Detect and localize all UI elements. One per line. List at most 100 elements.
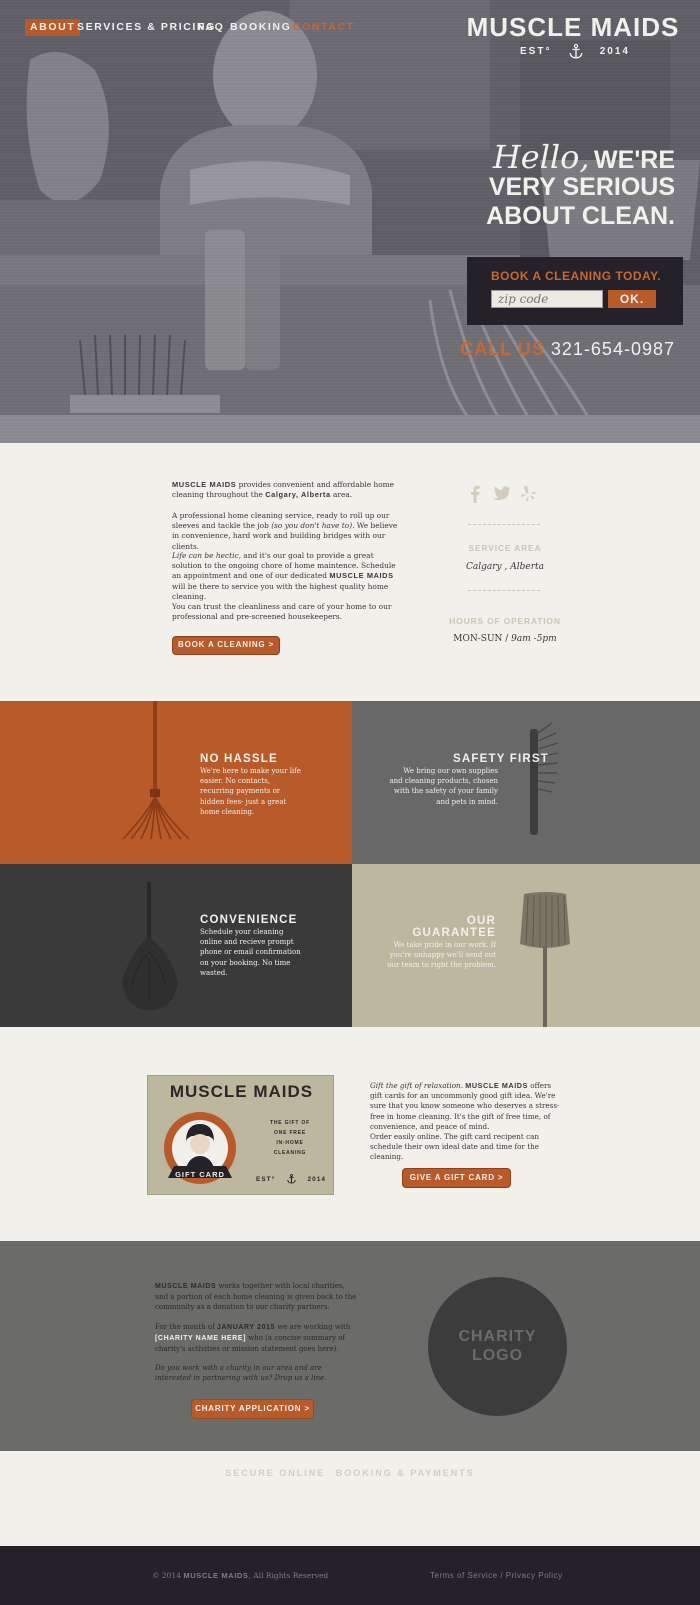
guarantee-text: We take pride in our work. If you're unh… bbox=[387, 941, 496, 970]
nav-booking[interactable]: BOOKING bbox=[230, 19, 291, 36]
about-paragraph-2: A professional home cleaning service, re… bbox=[172, 511, 400, 552]
book-cleaning-button[interactable]: BOOK A CLEANING > bbox=[172, 636, 280, 655]
no-hassle-title: NO HASSLE bbox=[200, 753, 278, 765]
maid-illustration-icon bbox=[164, 1112, 236, 1184]
privacy-link[interactable]: Privacy Policy bbox=[506, 1571, 563, 1580]
yelp-icon[interactable] bbox=[521, 485, 536, 502]
feature-convenience: CONVENIENCE Schedule your cleaning onlin… bbox=[0, 864, 352, 1027]
gift-paragraph-2: Order easily online. The gift card recip… bbox=[370, 1132, 540, 1162]
about-p3-italic: Life can be hectic, bbox=[172, 551, 241, 560]
gift-p1-italic: Gift the gift of relaxation. bbox=[370, 1081, 463, 1090]
zip-submit-button[interactable]: OK. bbox=[608, 290, 656, 308]
charity-paragraph-3[interactable]: Do you work with a charity in our area a… bbox=[155, 1363, 357, 1383]
broom-icon bbox=[520, 892, 570, 1027]
brand-name: MUSCLE MAIDS bbox=[155, 1283, 217, 1290]
gift-card-tag-4: CLEANING bbox=[273, 1150, 307, 1156]
hero-headline-line3: ABOUT CLEAN. bbox=[486, 202, 675, 230]
about-paragraph-1: MUSCLE MAIDS provides convenient and aff… bbox=[172, 480, 400, 500]
brush-icon bbox=[530, 722, 559, 835]
gift-paragraph-1: Gift the gift of relaxation. MUSCLE MAID… bbox=[370, 1081, 565, 1132]
booking-box: BOOK A CLEANING TODAY. OK. bbox=[467, 257, 683, 325]
charity-name: [CHARITY NAME HERE] bbox=[155, 1335, 246, 1343]
safety-first-title: SAFETY FIRST bbox=[453, 753, 549, 765]
feather-duster-icon bbox=[122, 882, 178, 1010]
gift-card-tag-3: IN-HOME bbox=[276, 1140, 304, 1146]
facebook-icon[interactable] bbox=[470, 485, 480, 503]
terms-link[interactable]: Terms of Service bbox=[430, 1571, 498, 1580]
nav-contact[interactable]: CONTACT bbox=[293, 19, 355, 36]
nav-about[interactable]: ABOUT bbox=[25, 19, 81, 36]
hero-headline-line1: Hello, WE'RE bbox=[493, 138, 675, 176]
feature-guarantee: OUR GUARANTEE We take pride in our work.… bbox=[352, 864, 700, 1027]
guarantee-title-line1: OUR bbox=[466, 915, 496, 927]
about-p2-italic: (so you don't have to). bbox=[271, 521, 355, 531]
hero-headline-line2: VERY SERIOUS bbox=[488, 173, 675, 201]
nav-faq[interactable]: FAQ bbox=[198, 19, 224, 36]
about-paragraph-3: Life can be hectic, and it's our goal to… bbox=[172, 551, 400, 602]
nav-services-pricing[interactable]: SERVICES & PRICING bbox=[77, 19, 216, 36]
gift-card-year: 2014 bbox=[307, 1175, 326, 1183]
charity-logo-line1: CHARITY bbox=[458, 1328, 537, 1345]
secure-text-2: BOOKING & PAYMENTS bbox=[335, 1468, 475, 1478]
no-hassle-text: We're here to make your life easier. No … bbox=[200, 767, 301, 816]
logo-title[interactable]: MUSCLE MAIDS bbox=[463, 12, 683, 43]
mop-icon bbox=[122, 701, 190, 840]
phone-number[interactable]: 321-654-0987 bbox=[551, 339, 675, 359]
brand-name: MUSCLE MAIDS bbox=[183, 1571, 249, 1580]
twitter-icon[interactable] bbox=[491, 486, 511, 502]
gift-card-tag-2: ONE FREE bbox=[274, 1130, 306, 1136]
anchor-icon bbox=[287, 1174, 296, 1184]
footer-copyright: © 2014 MUSCLE MAIDS, All Rights Reserved bbox=[152, 1571, 328, 1580]
hours-time: 9am -5pm bbox=[511, 634, 557, 644]
charity-logo-line2: LOGO bbox=[471, 1347, 524, 1364]
call-us[interactable]: CALL US 321-654-0987 bbox=[460, 339, 675, 360]
charity-p2-a: For the month of bbox=[155, 1323, 215, 1331]
hero-were: WE'RE bbox=[594, 146, 675, 174]
divider bbox=[468, 524, 540, 525]
hours-days: MON-SUN / bbox=[453, 634, 509, 644]
charity-section: MUSCLE MAIDS works together with local c… bbox=[0, 1241, 700, 1451]
charity-paragraph-2: For the month of JANUARY 2015 we are wor… bbox=[155, 1322, 357, 1355]
hero-hello: Hello, bbox=[492, 138, 590, 176]
zip-code-input[interactable] bbox=[491, 290, 603, 308]
give-gift-card-button[interactable]: GIVE A GIFT CARD > bbox=[402, 1168, 511, 1188]
charity-logo-placeholder: CHARITY LOGO bbox=[428, 1277, 567, 1416]
charity-logo-text: CHARITY LOGO bbox=[428, 1327, 567, 1365]
rights-text: , All Rights Reserved bbox=[248, 1571, 329, 1580]
footer-links: Terms of Service / Privacy Policy bbox=[430, 1571, 563, 1580]
gift-card-image: MUSCLE MAIDS GIFT CARD THE GIFT OF ONE F… bbox=[147, 1075, 334, 1195]
gift-card-title: MUSCLE MAIDS bbox=[169, 1082, 314, 1101]
brand-name: MUSCLE MAIDS bbox=[172, 480, 237, 489]
footer-separator: / bbox=[500, 1571, 504, 1580]
about-city: Calgary, Alberta bbox=[265, 490, 331, 500]
about-p3-b: will be there to service you with the hi… bbox=[172, 581, 389, 601]
logo-year: 2014 bbox=[599, 46, 630, 57]
gift-card-banner: GIFT CARD bbox=[175, 1170, 225, 1179]
secure-banner: SECURE ONLINE BOOKING & PAYMENTS bbox=[0, 1468, 700, 1478]
logo-subtitle: EST° 2014 bbox=[520, 44, 630, 59]
charity-application-button[interactable]: CHARITY APPLICATION > bbox=[191, 1399, 314, 1419]
guarantee-title: OUR GUARANTEE bbox=[412, 915, 496, 939]
divider bbox=[468, 590, 540, 591]
brand-name: MUSCLE MAIDS bbox=[465, 1081, 528, 1090]
gift-card-est-label: EST° bbox=[256, 1175, 276, 1183]
hours-label: HOURS OF OPERATION bbox=[449, 616, 561, 626]
about-p1-end: area. bbox=[333, 490, 353, 500]
call-us-label: CALL US bbox=[460, 339, 545, 359]
about-paragraph-4: You can trust the cleanliness and care o… bbox=[172, 602, 392, 622]
charity-month: JANUARY 2015 bbox=[216, 1324, 276, 1331]
charity-p2-b: we are working with bbox=[277, 1323, 351, 1331]
gift-card-tagline: THE GIFT OF ONE FREE IN-HOME CLEANING bbox=[260, 1118, 320, 1158]
convenience-text: Schedule your cleaning online and reciev… bbox=[200, 928, 301, 977]
secure-text-1: SECURE ONLINE bbox=[225, 1468, 326, 1478]
footer: © 2014 MUSCLE MAIDS, All Rights Reserved… bbox=[0, 1546, 700, 1605]
gift-card-tag-1: THE GIFT OF bbox=[270, 1120, 310, 1126]
booking-box-title: BOOK A CLEANING TODAY. bbox=[491, 269, 662, 283]
charity-paragraph-1: MUSCLE MAIDS works together with local c… bbox=[155, 1281, 357, 1313]
logo-est: EST° bbox=[520, 46, 552, 57]
hours-value: MON-SUN / 9am -5pm bbox=[440, 634, 570, 644]
convenience-title: CONVENIENCE bbox=[200, 914, 298, 926]
hero-section: ABOUT SERVICES & PRICING FAQ BOOKING CON… bbox=[0, 0, 700, 443]
gift-card-est: EST° 2014 bbox=[256, 1174, 326, 1184]
copyright-symbol: © 2014 bbox=[152, 1571, 181, 1580]
